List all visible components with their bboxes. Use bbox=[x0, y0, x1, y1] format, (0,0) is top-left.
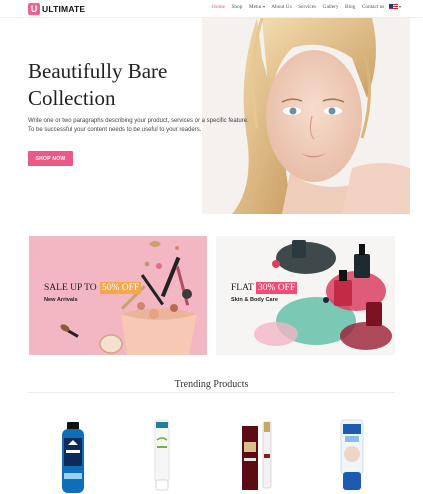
nav-item-blog[interactable]: Blog bbox=[345, 4, 355, 10]
caret-down-icon bbox=[399, 6, 402, 8]
makeup-products-image bbox=[60, 241, 197, 355]
banner-flat-highlight: 30% OFF bbox=[256, 282, 298, 294]
caret-down-icon bbox=[262, 5, 265, 8]
banner-sale-subtitle: New Arrivals bbox=[44, 297, 78, 303]
hero-title-line2: Collection bbox=[28, 86, 116, 110]
hero-title-line1: Beautifully Bare bbox=[28, 59, 168, 83]
us-flag-icon bbox=[388, 4, 398, 10]
nav-item-about[interactable]: About Us bbox=[271, 4, 291, 10]
language-selector[interactable] bbox=[388, 4, 402, 10]
section-divider bbox=[28, 392, 395, 393]
banner-flat-subtitle: Skin & Body Care bbox=[231, 297, 278, 303]
product-image-eye-cream bbox=[242, 421, 272, 490]
shop-now-button[interactable]: SHOP NOW bbox=[28, 151, 73, 166]
banner-sale[interactable]: SALE UP TO 50% OFF New Arrivals bbox=[29, 236, 207, 355]
hero-model-image bbox=[202, 18, 410, 214]
product-card-3[interactable] bbox=[239, 418, 279, 494]
product-image-shower-gel bbox=[62, 422, 84, 493]
banner-flat-title: FLAT bbox=[231, 283, 254, 293]
product-image-face-wash bbox=[154, 419, 170, 491]
product-card-2[interactable] bbox=[146, 418, 186, 494]
main-menu: Home Shop Menu About Us Services Gallery… bbox=[212, 4, 408, 10]
nav-item-shop[interactable]: Shop bbox=[231, 4, 242, 10]
top-navbar: U ULTIMATE Home Shop Menu About Us Servi… bbox=[0, 0, 423, 18]
hero-section: Beautifully Bare Collection Write one or… bbox=[0, 18, 423, 214]
nav-item-menu[interactable]: Menu bbox=[249, 4, 265, 10]
brand-logo[interactable]: U ULTIMATE bbox=[28, 3, 85, 15]
banner-sale-highlight: 50% OFF bbox=[100, 282, 142, 294]
hero-description-line2: To be successful your content needs to b… bbox=[28, 126, 202, 133]
nail-polish-image bbox=[254, 240, 392, 350]
banner-sale-title: SALE UP TO bbox=[44, 283, 97, 293]
hero-description-line1: Write one or two paragraphs describing y… bbox=[28, 118, 249, 124]
hero-title: Beautifully Bare Collection bbox=[28, 58, 198, 112]
product-image-clinic-plus bbox=[340, 419, 364, 490]
nav-item-services[interactable]: Services bbox=[298, 4, 316, 10]
hero-description: Write one or two paragraphs describing y… bbox=[28, 117, 288, 134]
nav-item-home[interactable]: Home bbox=[212, 4, 225, 10]
product-card-1[interactable] bbox=[54, 418, 94, 494]
product-card-4[interactable] bbox=[332, 418, 372, 494]
nav-item-gallery[interactable]: Gallery bbox=[323, 4, 339, 10]
logo-mark: U bbox=[28, 3, 40, 15]
trending-title: Trending Products bbox=[174, 379, 249, 390]
logo-text: ULTIMATE bbox=[42, 4, 86, 14]
banner-flat[interactable]: FLAT 30% OFF Skin & Body Care bbox=[216, 236, 395, 355]
nav-item-contact[interactable]: Contact us bbox=[362, 4, 385, 10]
nav-item-menu-label: Menu bbox=[248, 4, 262, 11]
